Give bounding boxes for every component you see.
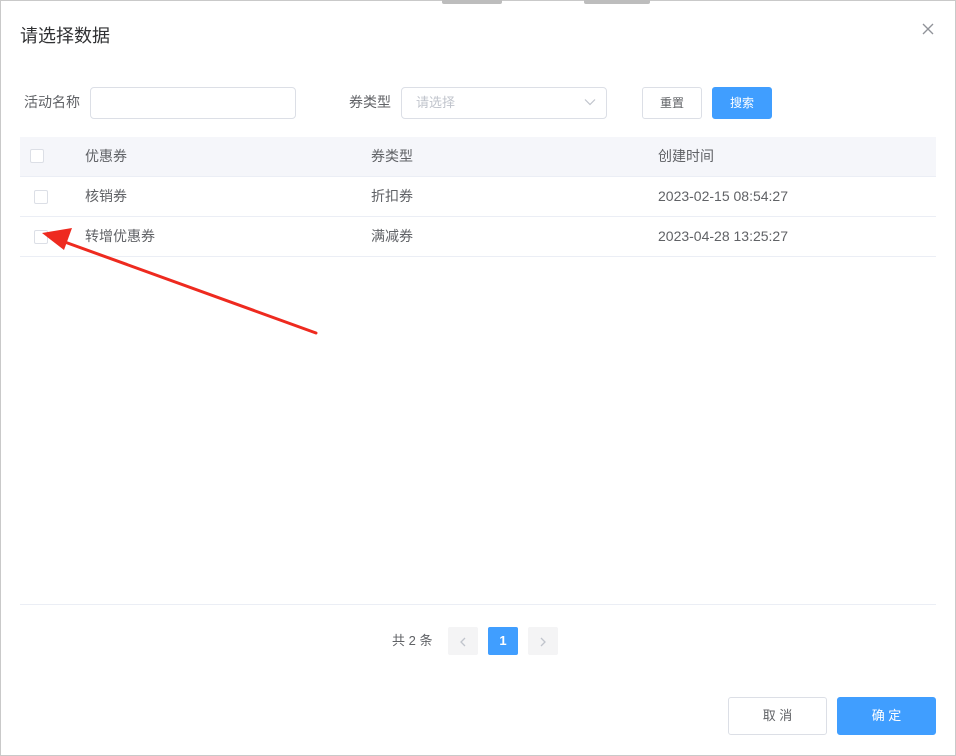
- coupon-type-label: 券类型: [349, 94, 391, 110]
- chevron-left-icon: [460, 637, 466, 647]
- prev-page-button[interactable]: [448, 627, 478, 655]
- page-1-button[interactable]: 1: [488, 627, 518, 655]
- activity-name-label: 活动名称: [24, 94, 80, 110]
- column-header-type: 券类型: [371, 148, 413, 164]
- row-checkbox[interactable]: [34, 190, 48, 204]
- confirm-button[interactable]: 确 定: [837, 697, 936, 735]
- next-page-button[interactable]: [528, 627, 558, 655]
- footer-divider: [20, 604, 936, 605]
- cancel-button[interactable]: 取 消: [728, 697, 827, 735]
- select-data-dialog: 请选择数据 活动名称 券类型 请选择 重置 搜索 优惠券 券类型 创建时间 核销…: [0, 0, 956, 756]
- column-header-created: 创建时间: [658, 148, 714, 164]
- coupon-name: 核销券: [85, 188, 127, 204]
- close-icon[interactable]: [919, 20, 937, 38]
- chevron-down-icon: [584, 99, 596, 106]
- created-time: 2023-02-15 08:54:27: [658, 188, 788, 204]
- coupon-name: 转增优惠券: [85, 228, 155, 244]
- background-ghost: [584, 0, 650, 4]
- column-header-coupon: 优惠券: [85, 148, 127, 164]
- table-header: 优惠券 券类型 创建时间: [20, 137, 936, 177]
- pagination-total: 共 2 条: [392, 633, 433, 648]
- table-row[interactable]: 转增优惠券 满减券 2023-04-28 13:25:27: [20, 217, 936, 257]
- table-row[interactable]: 核销券 折扣券 2023-02-15 08:54:27: [20, 177, 936, 217]
- dialog-title: 请选择数据: [20, 26, 110, 46]
- search-button[interactable]: 搜索: [712, 87, 772, 119]
- chevron-right-icon: [540, 637, 546, 647]
- select-all-checkbox[interactable]: [30, 149, 44, 163]
- row-checkbox[interactable]: [34, 230, 48, 244]
- coupon-type-placeholder: 请选择: [416, 95, 456, 110]
- coupon-type-select[interactable]: 请选择: [401, 87, 607, 119]
- coupon-type: 折扣券: [371, 188, 413, 204]
- created-time: 2023-04-28 13:25:27: [658, 228, 788, 244]
- reset-button[interactable]: 重置: [642, 87, 702, 119]
- background-ghost: [442, 0, 502, 4]
- coupon-table: 优惠券 券类型 创建时间 核销券 折扣券 2023-02-15 08:54:27…: [20, 137, 936, 257]
- activity-name-input[interactable]: [90, 87, 296, 119]
- coupon-type: 满减券: [371, 228, 413, 244]
